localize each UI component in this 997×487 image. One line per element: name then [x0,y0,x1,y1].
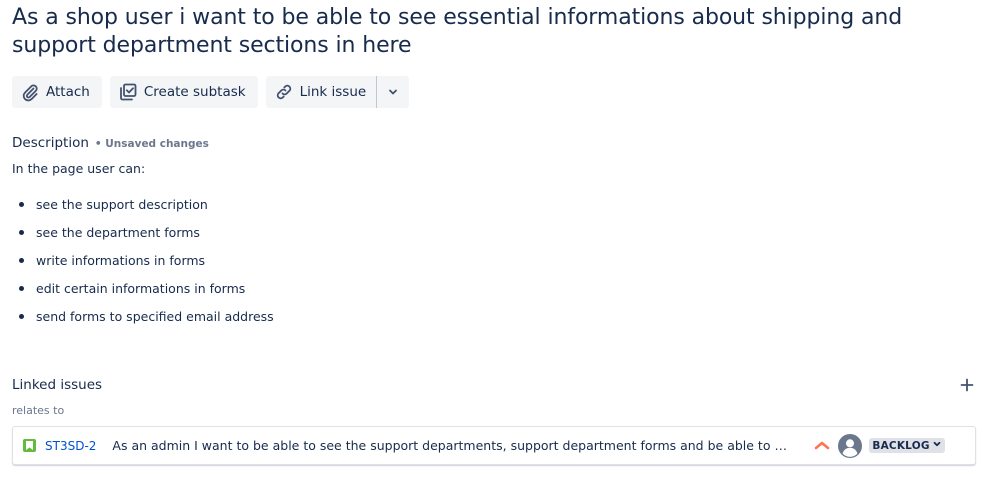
chevron-down-icon [932,439,942,452]
assignee-avatar[interactable] [838,433,863,458]
link-issue-button[interactable]: Link issue [265,76,377,108]
list-item: write informations in forms [12,253,985,281]
priority-high-icon [814,436,830,455]
description-header: Description • Unsaved changes [12,135,985,153]
more-actions-button[interactable] [376,76,410,108]
linked-issues-header: Linked issues [12,375,977,395]
description-heading: Description [12,135,89,151]
paperclip-icon [20,82,40,102]
issue-toolbar: Attach Create subtask Link issue [12,76,985,108]
linked-issue-key[interactable]: ST3SD-2 [45,439,96,453]
create-subtask-label: Create subtask [143,84,246,100]
unsaved-changes-indicator: • Unsaved changes [94,138,209,150]
linked-issues-heading: Linked issues [12,377,103,393]
status-label: BACKLOG [872,439,930,452]
chevron-down-icon [387,86,399,98]
story-icon [23,439,36,452]
list-item: see the department forms [12,225,985,253]
description-list: see the support description see the depa… [12,197,985,337]
issue-view: As a shop user i want to be able to see … [0,0,997,487]
link-icon [274,82,294,102]
attach-button[interactable]: Attach [12,76,102,108]
list-item: edit certain informations in forms [12,281,985,309]
linked-issue-row[interactable]: ST3SD-2 As an admin I want to be able to… [12,426,976,465]
issue-title[interactable]: As a shop user i want to be able to see … [12,4,987,60]
attach-button-label: Attach [46,84,90,100]
description-intro: In the page user can: [12,161,146,176]
create-subtask-button[interactable]: Create subtask [109,76,258,108]
status-badge[interactable]: BACKLOG [869,438,945,453]
list-item: send forms to specified email address [12,309,985,337]
link-issue-label: Link issue [299,84,367,100]
relation-type-label: relates to [12,404,65,417]
description-body[interactable]: In the page user can: see the support de… [12,161,985,337]
list-item: see the support description [12,197,985,225]
add-linked-issue-plus-icon[interactable] [957,375,977,395]
linked-issue-summary[interactable]: As an admin I want to be able to see the… [112,438,796,453]
link-issue-group: Link issue [265,76,410,108]
subtask-icon [118,82,138,102]
